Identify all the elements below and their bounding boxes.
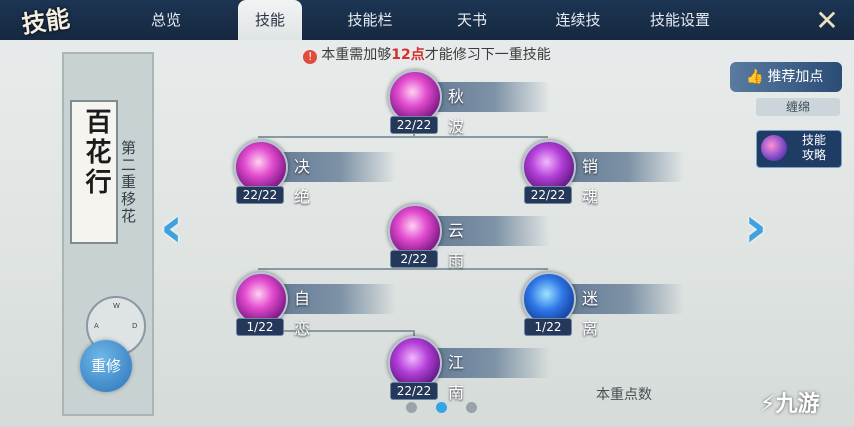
notice-highlight: 12点: [391, 47, 425, 63]
top-nav-bar: 技能 总览 技能 技能栏 天书 连续技 技能设置 ✕: [0, 0, 854, 40]
tree-connector: [258, 136, 548, 138]
skill-level: 22/22: [390, 116, 438, 134]
tab-overview[interactable]: 总览: [140, 0, 192, 40]
skill-name: 江南: [448, 353, 465, 402]
skill-level: 22/22: [236, 186, 284, 204]
warning-icon: !: [303, 50, 318, 64]
key-w: W: [113, 302, 120, 310]
skill-name: 秋波: [448, 87, 465, 136]
tab-skill-settings[interactable]: 技能设置: [640, 0, 720, 40]
sect-name: 百花行: [81, 108, 111, 198]
next-page-arrow-icon[interactable]: ›: [744, 200, 774, 256]
notice-prefix: 本重需加够: [321, 47, 392, 63]
skill-level: 22/22: [390, 382, 438, 400]
skill-name: 云雨: [448, 221, 465, 270]
skill-level: 2/22: [390, 250, 438, 268]
skills-logo: 技能: [19, 3, 72, 39]
notice-suffix: 才能修习下一重技能: [424, 47, 551, 63]
close-icon[interactable]: ✕: [812, 6, 842, 36]
thumbs-up-icon: 👍: [746, 69, 764, 85]
page-dot-active[interactable]: [436, 402, 447, 413]
skill-level: 1/22: [524, 318, 572, 336]
skill-name: 迷离: [582, 289, 599, 338]
skill-name: 销魂: [582, 157, 599, 206]
prev-page-arrow-icon[interactable]: ‹: [160, 200, 190, 256]
recommend-label: 推荐加点: [767, 69, 824, 85]
skill-name: 自恋: [294, 289, 311, 338]
key-d: D: [132, 322, 138, 330]
skill-level: 22/22: [524, 186, 572, 204]
tab-skills[interactable]: 技能: [238, 0, 302, 40]
watermark-logo: ⚡九游: [760, 392, 820, 417]
guide-icon: [761, 135, 787, 161]
tier-label: 第二重移花: [119, 140, 137, 225]
guide-label: 技能 攻略: [801, 133, 826, 162]
skill-name: 决绝: [294, 157, 311, 206]
tree-connector: [258, 268, 548, 270]
tab-combo-skills[interactable]: 连续技: [546, 0, 610, 40]
sect-scroll: 百花行: [70, 100, 118, 244]
key-a: A: [94, 322, 99, 330]
tab-skill-bar[interactable]: 技能栏: [338, 0, 402, 40]
recommend-variant-button[interactable]: 缠绵: [756, 98, 840, 116]
recommend-points-button[interactable]: 👍 推荐加点: [730, 62, 842, 92]
skill-level: 1/22: [236, 318, 284, 336]
page-dot[interactable]: [406, 402, 417, 413]
tier-points-label: 本重点数: [596, 387, 652, 403]
page-dot[interactable]: [466, 402, 477, 413]
skill-guide-button[interactable]: 技能 攻略: [756, 130, 842, 168]
tab-heavenly-book[interactable]: 天书: [446, 0, 498, 40]
reset-skills-button[interactable]: 重修: [80, 340, 132, 392]
